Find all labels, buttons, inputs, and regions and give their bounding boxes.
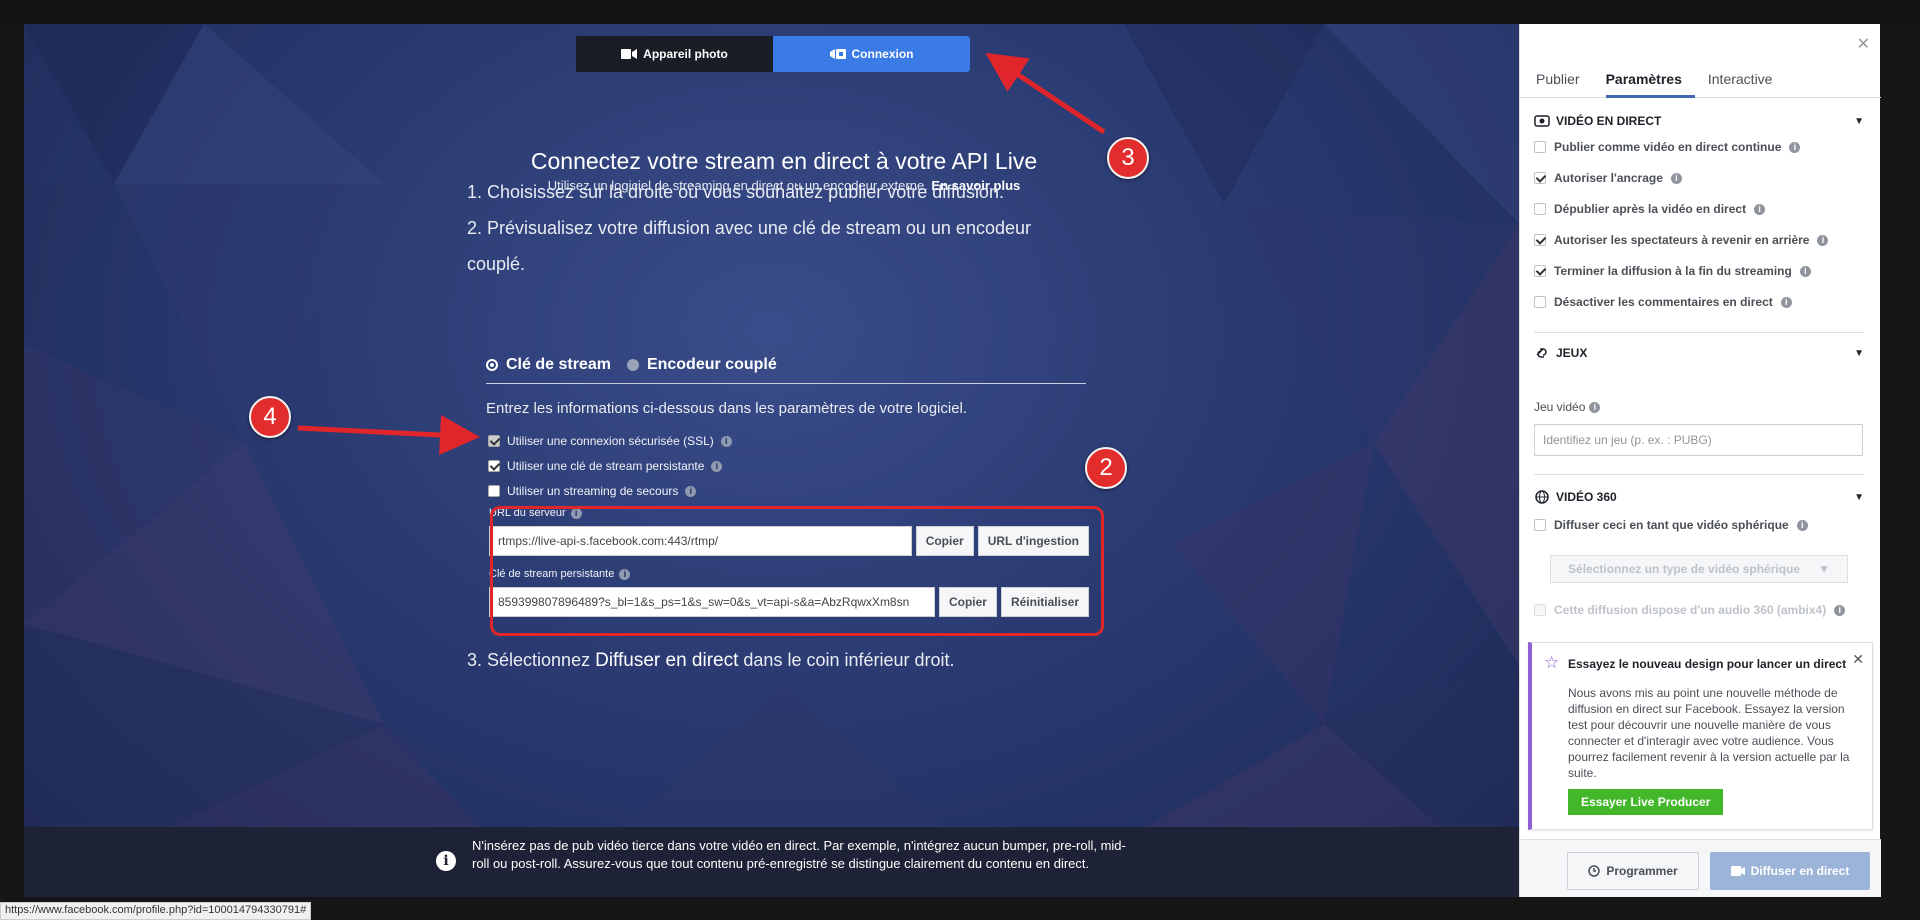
browser-top-bar: [0, 0, 1920, 24]
tab-publish[interactable]: Publier: [1536, 66, 1593, 98]
checkbox[interactable]: [1534, 296, 1546, 308]
live-video-icon: [1534, 115, 1550, 127]
info-icon[interactable]: i: [1817, 234, 1829, 246]
option-ambix4[interactable]: Cette diffusion dispose d'un audio 360 (…: [1534, 603, 1846, 617]
option-label: Terminer la diffusion à la fin du stream…: [1554, 264, 1792, 278]
video-360-section-header[interactable]: VIDÉO 360 ▼: [1534, 490, 1864, 504]
annotation-arrows: [297, 52, 1106, 455]
info-icon[interactable]: i: [1834, 604, 1846, 616]
caret-down-icon[interactable]: ▼: [1854, 492, 1864, 503]
games-section-header[interactable]: JEUX ▼: [1534, 346, 1864, 360]
option-allow-embedding[interactable]: Autoriser l'ancrage i: [1534, 171, 1682, 185]
arrow-to-persistent-key: [297, 415, 480, 455]
info-icon[interactable]: i: [1754, 203, 1766, 215]
spherical-type-select[interactable]: Sélectionnez un type de vidéo sphérique …: [1550, 555, 1848, 583]
ads-notice-bar: i N'insérez pas de pub vidéo tierce dans…: [24, 827, 1519, 897]
info-icon[interactable]: i: [1780, 296, 1792, 308]
option-end-on-stream-stop[interactable]: Terminer la diffusion à la fin du stream…: [1534, 264, 1811, 278]
close-icon[interactable]: ✕: [1857, 34, 1870, 54]
info-icon[interactable]: i: [1789, 141, 1801, 153]
option-rewind[interactable]: Autoriser les spectateurs à revenir en a…: [1534, 233, 1829, 247]
settings-panel: ✕ Publier Paramètres Interactive VIDÉO E…: [1519, 24, 1881, 897]
go-live-button[interactable]: Diffuser en direct: [1710, 852, 1870, 890]
checkbox[interactable]: [1534, 265, 1546, 277]
game-label-text: Jeu vidéo: [1534, 400, 1586, 414]
option-label: Dépublier après la vidéo en direct: [1554, 202, 1747, 216]
caret-down-icon[interactable]: ▼: [1854, 348, 1864, 359]
game-search-input[interactable]: Identifiez un jeu (p. ex. : PUBG): [1534, 424, 1863, 456]
promo-body: Nous avons mis au point une nouvelle mét…: [1568, 686, 1850, 780]
game-label: Jeu vidéo i: [1534, 400, 1601, 414]
schedule-button[interactable]: Programmer: [1567, 852, 1699, 890]
annotation-badge-4: 2: [1085, 447, 1127, 489]
panel-tabs: Publier Paramètres Interactive: [1520, 66, 1881, 98]
arrow-to-connection-tab: [985, 52, 1106, 135]
option-continuous-live[interactable]: Publier comme vidéo en direct continue i: [1534, 140, 1801, 154]
info-icon[interactable]: i: [1796, 519, 1808, 531]
star-icon: ☆: [1544, 653, 1560, 672]
live-video-section-header[interactable]: VIDÉO EN DIRECT ▼: [1534, 114, 1864, 128]
live-producer-promo: ☆ Essayez le nouveau design pour lancer …: [1528, 642, 1873, 830]
info-icon[interactable]: i: [1799, 265, 1811, 277]
status-url: https://www.facebook.com/profile.php?id=…: [0, 902, 312, 920]
checkbox[interactable]: [1534, 203, 1546, 215]
option-label: Cette diffusion dispose d'un audio 360 (…: [1554, 603, 1827, 617]
tab-interactive[interactable]: Interactive: [1708, 66, 1786, 98]
chevron-down-icon: ▼: [1818, 562, 1830, 576]
option-spherical[interactable]: Diffuser ceci en tant que vidéo sphériqu…: [1534, 518, 1808, 532]
caret-down-icon[interactable]: ▼: [1854, 116, 1864, 127]
option-label: Désactiver les commentaires en direct: [1554, 295, 1773, 309]
checkbox[interactable]: [1534, 141, 1546, 153]
try-live-producer-button[interactable]: Essayer Live Producer: [1568, 789, 1724, 815]
annotation-badge-2: 3: [1107, 137, 1149, 179]
video-360-section-title: VIDÉO 360: [1556, 490, 1617, 504]
info-circle-icon: i: [436, 851, 456, 871]
live-video-section-title: VIDÉO EN DIRECT: [1556, 114, 1662, 128]
clock-icon: [1588, 865, 1601, 877]
ads-notice-text: N'insérez pas de pub vidéo tierce dans v…: [472, 838, 1126, 871]
panel-footer: Programmer Diffuser en direct: [1520, 839, 1881, 897]
option-label: Diffuser ceci en tant que vidéo sphériqu…: [1554, 518, 1789, 532]
divider: [1534, 474, 1864, 475]
divider: [1534, 332, 1864, 333]
checkbox[interactable]: [1534, 519, 1546, 531]
option-unpublish-after[interactable]: Dépublier après la vidéo en direct i: [1534, 202, 1766, 216]
annotation-badge-3: 4: [249, 396, 291, 438]
checkbox[interactable]: [1534, 604, 1546, 616]
option-disable-comments[interactable]: Désactiver les commentaires en direct i: [1534, 295, 1792, 309]
info-icon[interactable]: i: [1670, 172, 1682, 184]
select-value: Sélectionnez un type de vidéo sphérique: [1568, 562, 1801, 576]
live-preview-area: Appareil photo Connexion Connectez votre…: [24, 24, 1519, 897]
games-section-title: JEUX: [1556, 346, 1588, 360]
option-label: Autoriser l'ancrage: [1554, 171, 1663, 185]
option-label: Autoriser les spectateurs à revenir en a…: [1554, 233, 1810, 247]
link-icon: [1536, 348, 1547, 358]
schedule-label: Programmer: [1606, 864, 1678, 878]
globe-icon: [1535, 490, 1549, 504]
close-icon[interactable]: ✕: [1852, 651, 1864, 668]
tab-settings[interactable]: Paramètres: [1605, 66, 1695, 98]
live-video-icon: [1730, 866, 1745, 876]
option-label: Publier comme vidéo en direct continue: [1554, 140, 1782, 154]
promo-title: Essayez le nouveau design pour lancer un…: [1568, 657, 1847, 671]
checkbox[interactable]: [1534, 234, 1546, 246]
info-icon[interactable]: i: [1589, 401, 1601, 413]
checkbox[interactable]: [1534, 172, 1546, 184]
go-live-label: Diffuser en direct: [1750, 864, 1850, 878]
